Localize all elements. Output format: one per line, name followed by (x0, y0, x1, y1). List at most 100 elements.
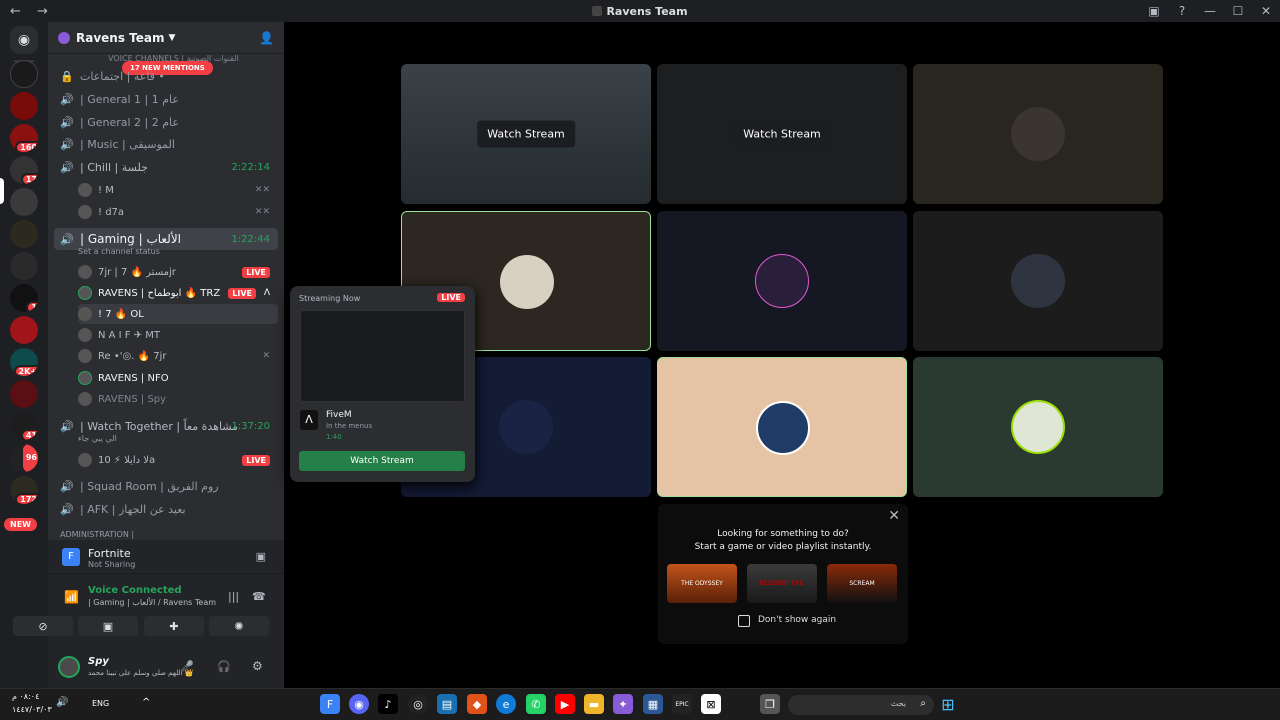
discord-home-icon[interactable]: ◉ (10, 26, 38, 54)
copilot-icon[interactable]: ✦ (613, 694, 633, 714)
voice-status[interactable]: Voice Connected (88, 585, 182, 596)
voice-user[interactable]: N A I F ✈ MT (78, 325, 278, 345)
fortnite-taskbar-icon[interactable]: F (320, 694, 340, 714)
server-icon[interactable] (10, 252, 38, 280)
headphones-icon[interactable]: 🎧 (217, 660, 231, 673)
server-icon[interactable]: 172 (10, 476, 38, 504)
microphone-icon[interactable]: 🎤 (180, 660, 194, 673)
channel-chill[interactable]: 🔊 | Chill | جلسة 2:22:14 (54, 157, 278, 178)
server-icon[interactable]: 2K+ (10, 348, 38, 376)
stream-tile[interactable]: Watch Stream (657, 64, 907, 204)
chevron-up-icon[interactable]: ^ (142, 697, 150, 708)
watch-stream-button[interactable]: Watch Stream (733, 120, 831, 148)
youtube-icon[interactable]: ▶ (555, 694, 575, 714)
file-explorer-icon[interactable]: ▬ (584, 694, 604, 714)
voice-user[interactable]: لا دايلا ⚡ 10a LIVE (78, 450, 278, 470)
invite-icon[interactable]: 👤 (259, 31, 274, 45)
ms-store-icon[interactable]: ▦ (643, 694, 663, 714)
server-icon[interactable]: 17 (10, 156, 38, 184)
settings-gear-icon[interactable]: ⚙ (252, 659, 263, 673)
channel-general-1[interactable]: 🔊 | General 1 | عام 1 (54, 89, 278, 110)
popup-watch-stream-button[interactable]: Watch Stream (299, 451, 465, 471)
language-indicator[interactable]: ENG (92, 699, 109, 708)
back-forward-icon[interactable]: ← → (10, 4, 54, 19)
brave-icon[interactable]: ◆ (467, 694, 487, 714)
server-header[interactable]: Ravens Team ▼ 👤 (48, 22, 284, 54)
app-icon[interactable]: ◎ (408, 694, 428, 714)
epic-games-icon[interactable]: EPIC (672, 694, 692, 714)
voice-user[interactable]: ! 7 🔥 OL (78, 304, 278, 324)
capcut-icon[interactable]: ⊠ (701, 694, 721, 714)
store-icon[interactable]: ▤ (437, 694, 457, 714)
camera-button[interactable]: ⊘ (13, 616, 73, 636)
channel-afk[interactable]: 🔊 | AFK | بعيد عن الجهاز (54, 499, 278, 520)
minimize-button[interactable]: — (1196, 4, 1224, 18)
server-icon[interactable]: 160 (10, 124, 38, 152)
screen-share-button[interactable]: ▣ (78, 616, 138, 636)
dont-show-checkbox[interactable] (738, 615, 750, 627)
voice-user[interactable]: ! M ✕✕ (78, 180, 278, 200)
whatsapp-icon[interactable]: ✆ (526, 694, 546, 714)
server-icon[interactable]: 41 (10, 412, 38, 440)
camera-off-icon: ⊘ (38, 619, 48, 633)
dont-show-label[interactable]: Don't show again (758, 615, 836, 625)
voice-user[interactable]: 7jr | مستر 🔥 7jr LIVE (78, 262, 278, 282)
channel-music[interactable]: 🔊 | Music | الموسيقى (54, 134, 278, 155)
new-badge[interactable]: NEW (4, 518, 37, 531)
live-badge: LIVE (228, 287, 256, 299)
channel-timer: 2:22:14 (231, 162, 270, 173)
voice-user[interactable]: ! d7a ✕✕ (78, 202, 278, 222)
server-icon[interactable] (10, 380, 38, 408)
server-icon[interactable] (10, 316, 38, 344)
soundboard-button[interactable]: ✺ (209, 616, 269, 636)
participant-tile[interactable] (913, 211, 1163, 351)
server-icon[interactable]: 96 (10, 444, 38, 472)
tiktok-icon[interactable]: ♪ (378, 694, 398, 714)
category-administration[interactable]: ADMINISTRATION | (54, 528, 278, 540)
server-icon[interactable] (10, 220, 38, 248)
share-screen-icon[interactable]: ▣ (256, 550, 266, 563)
channel-squad-room[interactable]: 🔊 | Squad Room | روم الفريق (54, 476, 278, 497)
edge-icon[interactable]: e (496, 694, 516, 714)
volume-icon[interactable]: 🔊 (56, 697, 68, 708)
voice-channel[interactable]: | Gaming | الألعاب / Ravens Team (88, 598, 216, 607)
channel-meeting[interactable]: 🔒 قاعة | اجتماعات • (54, 66, 278, 87)
participant-tile[interactable] (657, 211, 907, 351)
clock-date[interactable]: ١٤٤٧/٠٣/٠٣ (12, 705, 52, 714)
speaker-icon: 🔊 (60, 161, 74, 174)
game-card[interactable]: RESIDENT EVIL (747, 564, 817, 603)
maximize-button[interactable]: ☐ (1224, 4, 1252, 18)
search-box[interactable]: بحث ⌕ (788, 695, 934, 715)
close-button[interactable]: ✕ (1252, 4, 1280, 18)
channel-status[interactable]: Set a channel status (78, 247, 160, 256)
participant-tile-speaking[interactable] (657, 357, 907, 497)
discord-taskbar-icon[interactable]: ◉ (349, 694, 369, 714)
avatar[interactable] (58, 656, 80, 678)
voice-user[interactable]: RAVENS | ابوطماح 🔥 TRZ LIVE Λ (78, 283, 278, 303)
noise-suppression-icon[interactable]: ||| (228, 590, 239, 603)
voice-user[interactable]: Re •'◎. 🔥 7jr ✕ (78, 346, 278, 366)
server-icon[interactable] (10, 92, 38, 120)
watch-stream-button[interactable]: Watch Stream (477, 120, 575, 148)
stream-preview[interactable] (300, 310, 465, 402)
windows-start-icon[interactable]: ⊞ (938, 694, 958, 714)
close-icon[interactable]: ✕ (888, 508, 900, 524)
participant-tile[interactable] (913, 357, 1163, 497)
help-icon[interactable]: ? (1168, 4, 1196, 18)
game-card[interactable]: THE ODYSSEY (667, 564, 737, 603)
inbox-icon[interactable]: ▣ (1140, 4, 1168, 18)
channel-status[interactable]: الي يبي جاء (78, 434, 117, 443)
participant-tile[interactable] (913, 64, 1163, 204)
disconnect-icon[interactable]: ☎ (252, 590, 266, 603)
channel-general-2[interactable]: 🔊 | General 2 | عام 2 (54, 112, 278, 133)
server-icon[interactable] (10, 60, 38, 88)
task-view-icon[interactable]: ❐ (760, 694, 780, 714)
voice-user[interactable]: RAVENS | NFO (78, 368, 278, 388)
clock-time[interactable]: ٠٨:٠٤ م (12, 692, 39, 701)
server-icon[interactable]: 1 (10, 284, 38, 312)
server-icon[interactable] (10, 188, 38, 216)
game-card[interactable]: SCREAM (827, 564, 897, 603)
voice-user[interactable]: RAVENS | Spy (78, 389, 278, 409)
stream-tile[interactable]: Watch Stream (401, 64, 651, 204)
activities-button[interactable]: ✚ (144, 616, 204, 636)
